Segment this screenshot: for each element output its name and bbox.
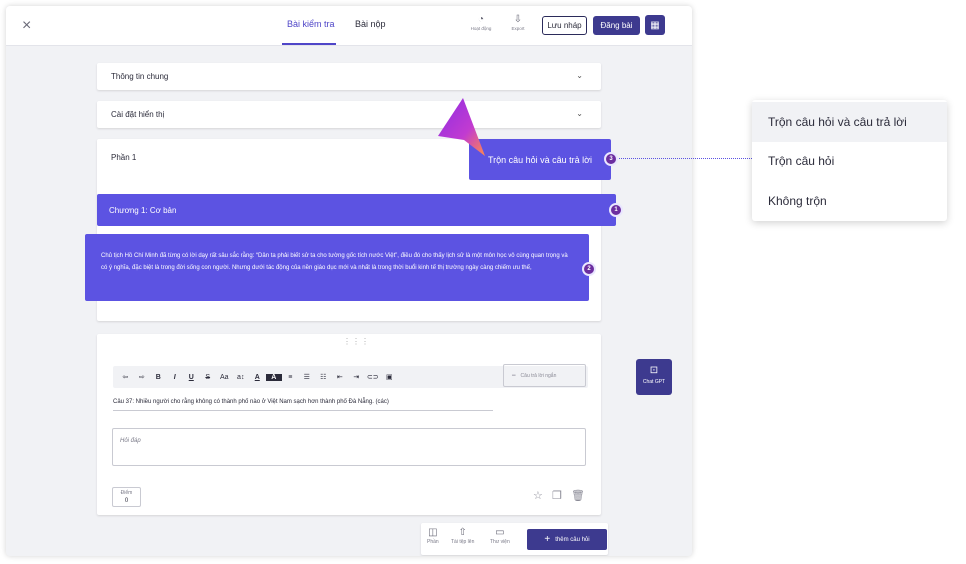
bullet-list-icon[interactable]: ☰ xyxy=(299,373,316,381)
content-text-block[interactable]: Chủ tịch Hồ Chí Minh đã từng có lời dạy … xyxy=(85,234,589,301)
publish-button[interactable]: Đăng bài xyxy=(593,16,640,35)
callout-badge-3: 3 xyxy=(604,152,618,166)
folder-icon: ▭ xyxy=(495,527,505,538)
copy-icon[interactable]: ❐ xyxy=(552,489,562,502)
add-question-label: thêm câu hỏi xyxy=(555,536,590,543)
shuffle-option-tag[interactable]: Trộn câu hỏi và câu trả lời xyxy=(469,139,611,180)
short-answer-icon: ═ xyxy=(512,372,516,379)
part-title: Phần 1 xyxy=(111,153,137,162)
short-answer-label: Câu trả lời ngắn xyxy=(520,372,557,379)
align-icon[interactable]: ≡ xyxy=(282,374,299,381)
score-label: Điểm xyxy=(120,490,133,496)
save-draft-button[interactable]: Lưu nháp xyxy=(542,16,587,35)
plus-icon: + xyxy=(544,534,551,545)
dropdown-option-no-shuffle[interactable]: Không trộn xyxy=(752,181,947,221)
undo-icon[interactable]: ⇦ xyxy=(117,373,134,381)
line-height-icon[interactable]: a↕ xyxy=(233,374,250,381)
upload-label: Tài tệp lên xyxy=(451,539,475,545)
robot-icon: ⊡ xyxy=(649,365,659,376)
indent-icon[interactable]: ⇥ xyxy=(348,373,365,381)
library-button[interactable]: ▭ Thư viện xyxy=(490,527,510,545)
underline-icon[interactable]: U xyxy=(183,374,200,381)
display-settings-section[interactable]: Cài đặt hiển thị ⌄ xyxy=(97,101,601,128)
section-icon: ◫ xyxy=(428,527,438,538)
close-icon[interactable]: × xyxy=(22,17,31,35)
chevron-down-icon[interactable]: ⌄ xyxy=(576,71,583,80)
calendar-icon: ▦ xyxy=(650,19,660,31)
highlight-icon[interactable]: A xyxy=(265,373,282,381)
tab-submissions[interactable]: Bài nộp xyxy=(355,19,386,29)
answer-type-select[interactable]: ═ Câu trả lời ngắn xyxy=(503,364,586,387)
text-color-icon[interactable]: A xyxy=(249,374,266,381)
add-section-label: Phần xyxy=(427,539,439,545)
link-icon[interactable]: ⊂⊃ xyxy=(365,373,382,381)
upload-button[interactable]: ⇧ Tài tệp lên xyxy=(451,527,474,545)
question-text[interactable]: Câu 37: Nhiều người cho rằng không có th… xyxy=(113,399,493,411)
numbered-list-icon[interactable]: ☷ xyxy=(315,373,332,381)
bold-icon[interactable]: B xyxy=(150,374,167,381)
italic-icon[interactable]: I xyxy=(167,374,184,381)
score-field[interactable]: Điểm 0 xyxy=(112,487,141,507)
chapter-header[interactable]: Chương 1: Cơ bản xyxy=(97,194,616,226)
callout-badge-1: 1 xyxy=(609,203,623,217)
chat-gpt-label: Chat GPT xyxy=(642,379,666,385)
strikethrough-icon[interactable]: S xyxy=(200,374,217,381)
active-tab-indicator xyxy=(282,43,336,45)
chevron-down-icon[interactable]: ⌄ xyxy=(576,109,583,118)
connector-line xyxy=(619,158,752,159)
chat-gpt-button[interactable]: ⊡ Chat GPT xyxy=(636,359,672,395)
add-section-button[interactable]: ◫ Phần xyxy=(427,527,439,545)
upload-icon: ⇧ xyxy=(458,527,467,538)
dropdown-option-shuffle-all[interactable]: Trộn câu hỏi và câu trả lời xyxy=(752,102,947,142)
display-settings-label: Cài đặt hiển thị xyxy=(111,110,165,119)
activity-label: Hoạt động xyxy=(470,26,492,31)
general-info-label: Thông tin chung xyxy=(111,72,169,81)
calendar-button[interactable]: ▦ xyxy=(645,15,665,35)
score-value: 0 xyxy=(124,498,129,504)
drag-handle-icon[interactable]: ⋮⋮⋮ xyxy=(343,337,370,346)
activity-button[interactable]: ◔ Hoạt động xyxy=(463,14,499,31)
pin-icon[interactable]: ☆ xyxy=(533,489,543,502)
export-button[interactable]: ⇩ Export xyxy=(500,14,536,31)
outdent-icon[interactable]: ⇤ xyxy=(332,373,349,381)
export-icon: ⇩ xyxy=(513,14,523,25)
image-icon[interactable]: ▣ xyxy=(381,373,398,381)
app-root: × Bài kiểm tra Bài nộp ◔ Hoạt động ⇩ Exp… xyxy=(0,0,966,564)
shuffle-dropdown: Trộn câu hỏi và câu trả lời Trộn câu hỏi… xyxy=(752,100,947,221)
question-editor: ⋮⋮⋮ ⇦ ⇨ B I U S Aa a↕ A A ≡ ☰ ☷ ⇤ ⇥ ⊂⊃ ▣ xyxy=(97,334,601,515)
activity-icon: ◔ xyxy=(477,14,485,25)
add-question-button[interactable]: + thêm câu hỏi xyxy=(527,529,607,550)
bottom-action-bar: ◫ Phần ⇧ Tài tệp lên ▭ Thư viện + thêm c… xyxy=(421,523,608,555)
tab-test[interactable]: Bài kiểm tra xyxy=(287,19,335,29)
export-label: Export xyxy=(511,26,525,31)
cursor-pointer-icon xyxy=(438,98,485,156)
answer-input[interactable]: Hỏi đáp xyxy=(112,428,586,466)
library-label: Thư viện xyxy=(490,539,510,545)
trash-icon[interactable]: 🗑 xyxy=(571,489,585,502)
top-bar: × Bài kiểm tra Bài nộp ◔ Hoạt động ⇩ Exp… xyxy=(6,6,692,46)
font-size-icon[interactable]: Aa xyxy=(216,374,233,381)
general-info-section[interactable]: Thông tin chung ⌄ xyxy=(97,63,601,90)
callout-badge-2: 2 xyxy=(582,262,596,276)
redo-icon[interactable]: ⇨ xyxy=(134,373,151,381)
dropdown-option-shuffle-questions[interactable]: Trộn câu hỏi xyxy=(752,141,947,181)
